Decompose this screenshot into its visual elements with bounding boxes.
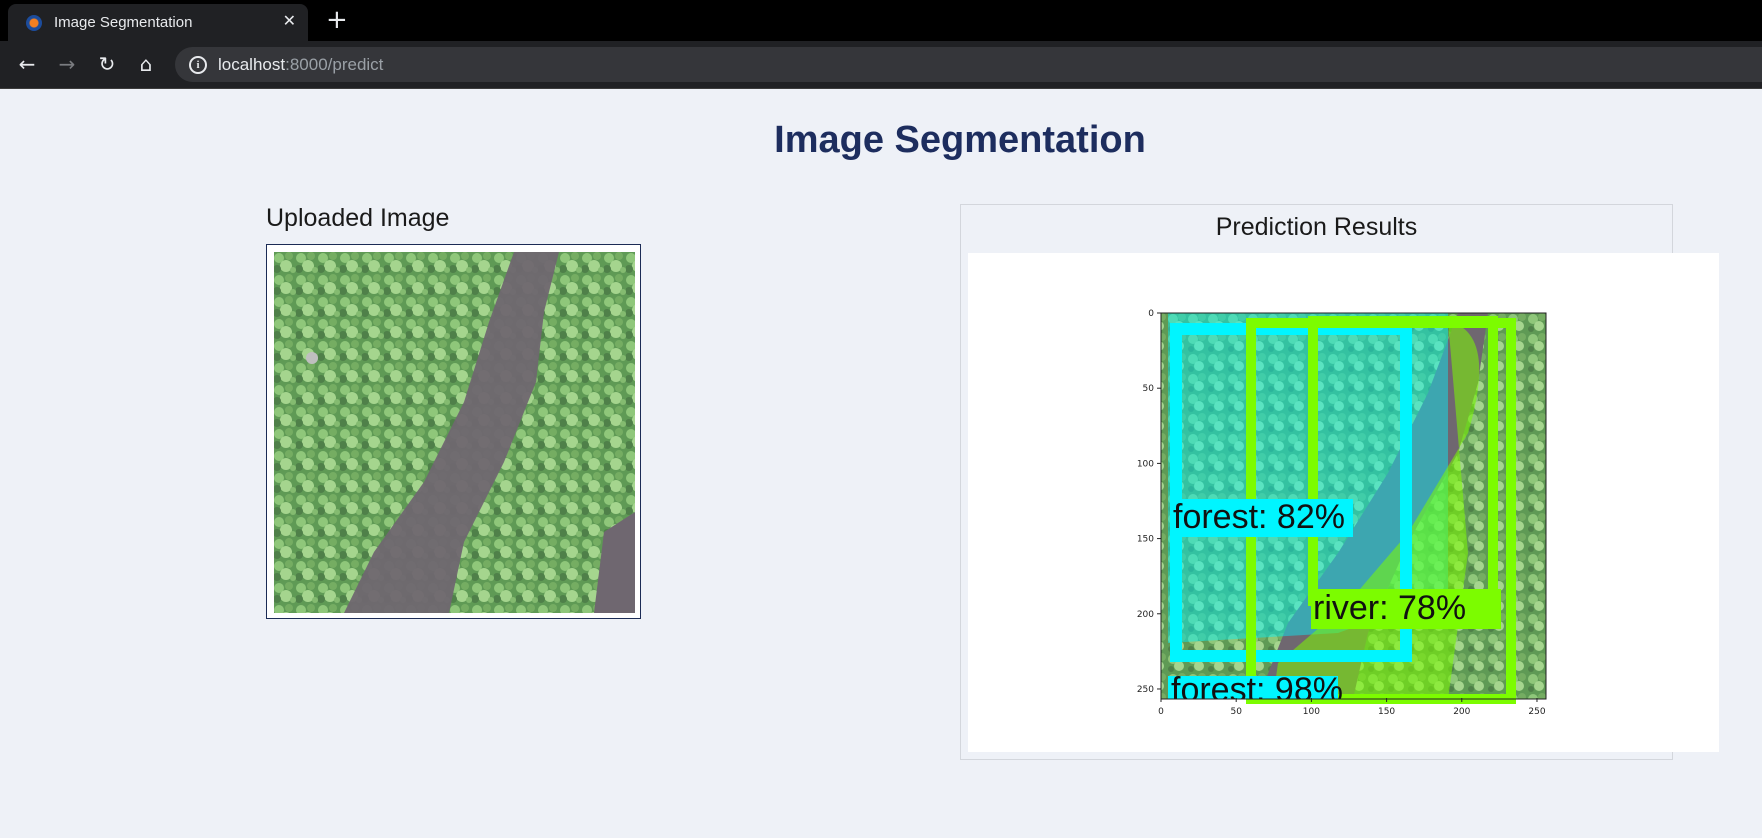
- y-tick-label: 200: [1137, 610, 1154, 620]
- y-tick-label: 250: [1137, 685, 1154, 695]
- x-tick-label: 200: [1453, 707, 1470, 717]
- detection-label-forest-82: forest: 82%: [1173, 498, 1345, 536]
- x-tick-label: 50: [1230, 707, 1242, 717]
- page-title: Image Segmentation: [774, 119, 1146, 161]
- prediction-image-canvas: forest: 82% river: 78% forest: 98% 0 50 10…: [968, 253, 1719, 752]
- uploaded-image-frame: [266, 244, 641, 619]
- page-header: Image Segmentation: [0, 0, 1762, 200]
- y-tick-label: 0: [1148, 309, 1154, 319]
- x-tick-label: 150: [1378, 707, 1395, 717]
- y-tick-label: 150: [1137, 535, 1154, 545]
- prediction-plot: forest: 82% river: 78% forest: 98% 0 50 10…: [1137, 309, 1547, 717]
- y-tick-label: 100: [1137, 459, 1154, 469]
- detection-label-river-78: river: 78%: [1313, 589, 1466, 627]
- prediction-results-panel: Prediction Results forest: 82% river: 78…: [960, 204, 1719, 760]
- x-tick-label: 250: [1528, 707, 1545, 717]
- y-tick-label: 50: [1143, 384, 1155, 394]
- x-tick-label: 0: [1158, 707, 1164, 717]
- prediction-results-heading: Prediction Results: [1215, 213, 1418, 241]
- uploaded-aerial-image: [274, 252, 635, 613]
- x-tick-label: 100: [1303, 707, 1320, 717]
- uploaded-image-heading: Uploaded Image: [266, 204, 450, 232]
